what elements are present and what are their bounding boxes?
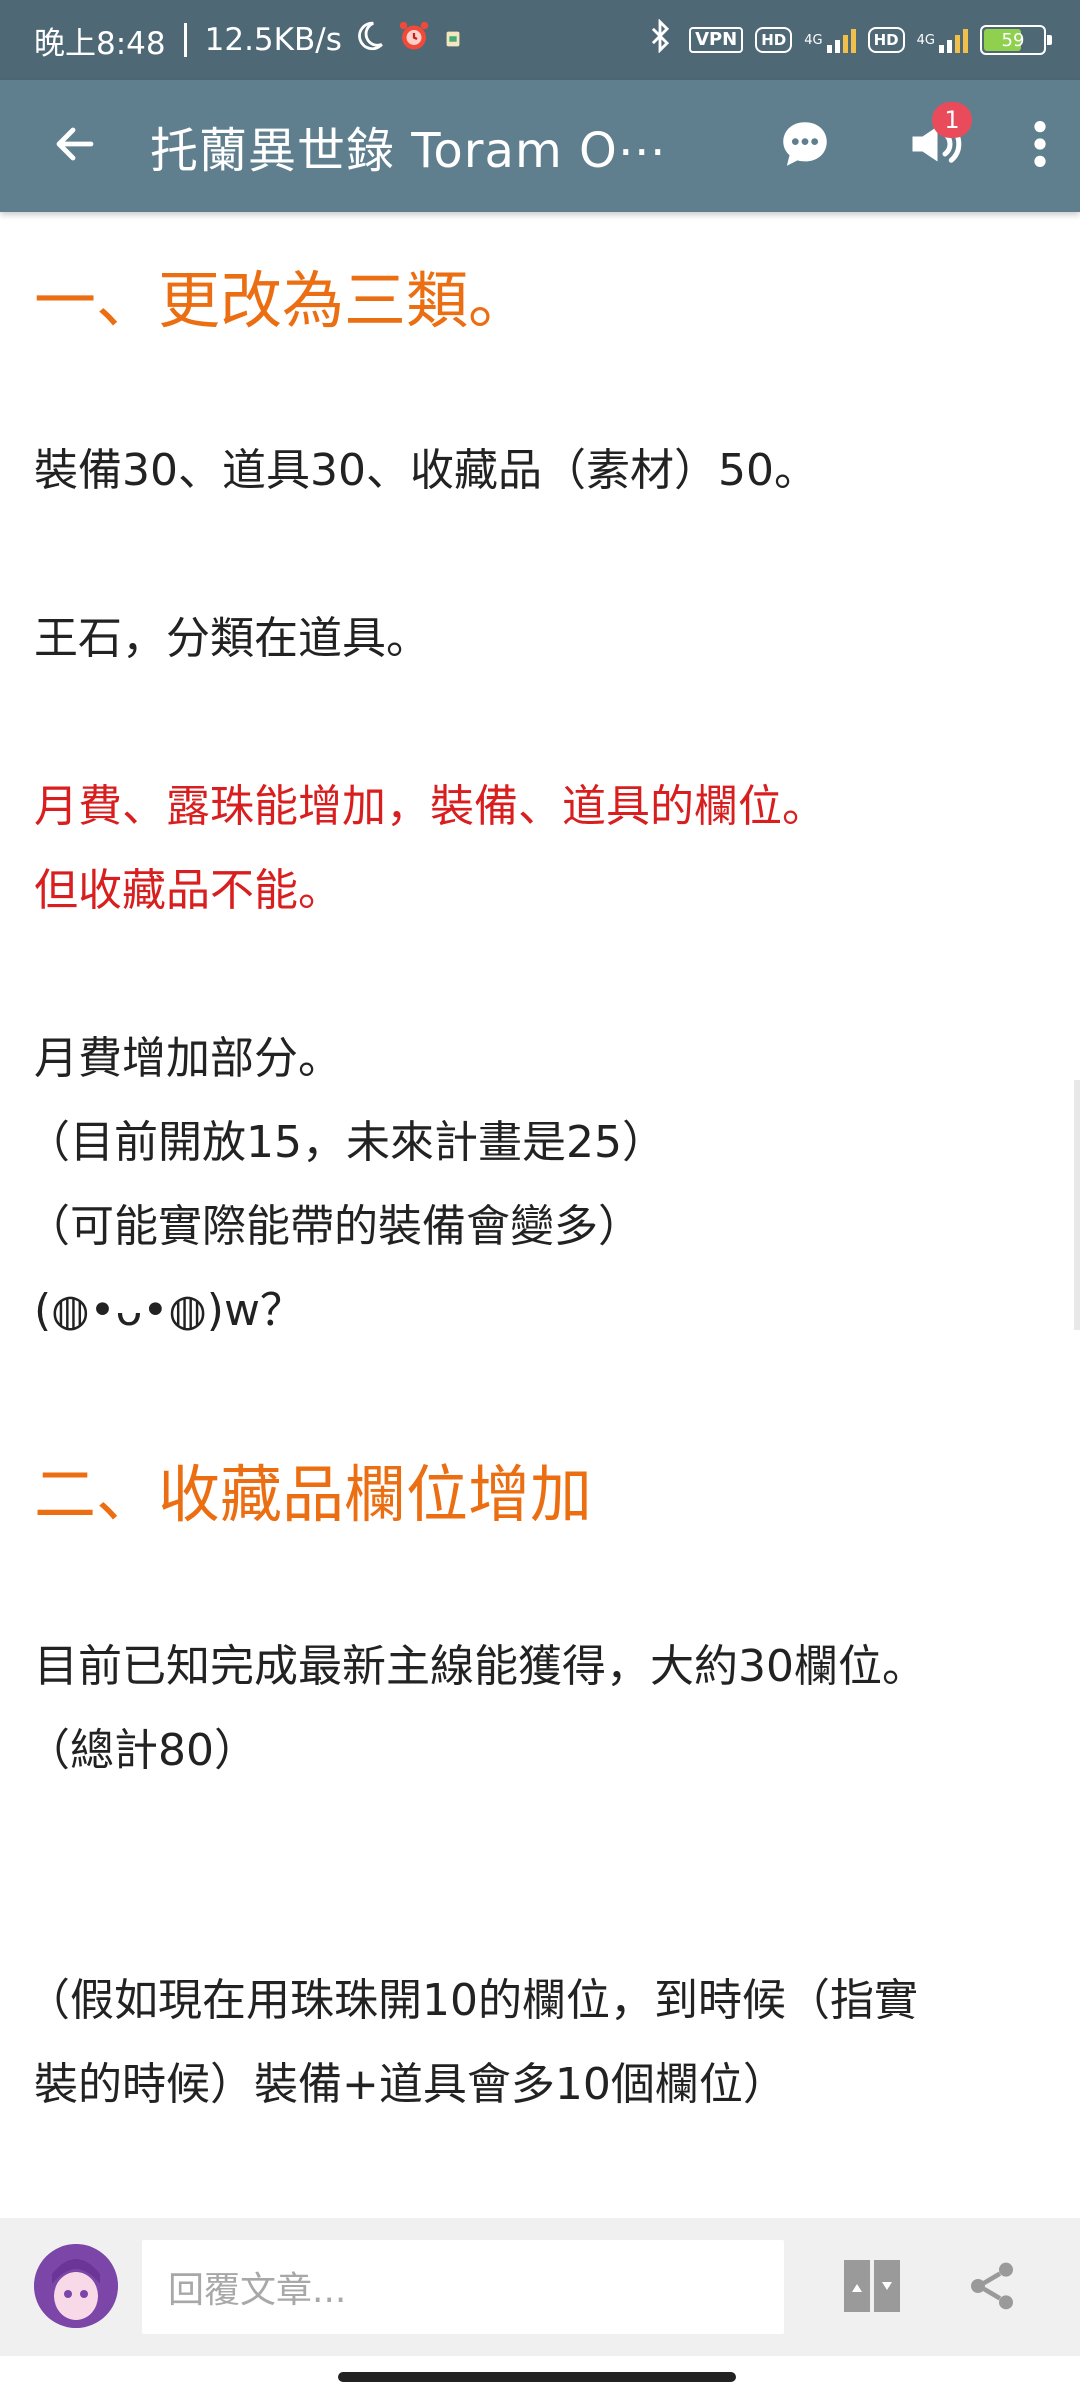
article-paragraph: 裝備30、道具30、收藏品（素材）50。 — [34, 445, 818, 496]
share-button[interactable] — [952, 2248, 1032, 2328]
bluetooth-icon — [643, 18, 677, 61]
bottom-bar: 回覆文章... — [0, 2218, 1080, 2356]
vpn-badge: VPN — [689, 27, 744, 53]
network-speed: 12.5KB/s — [204, 22, 342, 58]
notification-icon — [442, 22, 464, 58]
status-time: 晚上8:48 — [34, 25, 166, 62]
status-bar: 晚上8:48 12.5KB/s VPN HD 4G HD 4G 59 — [0, 0, 1080, 80]
article-paragraph: （假如現在用珠珠開10的欄位，到時候（指實 — [26, 1975, 918, 2026]
back-arrow-icon — [51, 120, 99, 172]
app-bar: 托蘭異世錄 Toram O⋯ 1 — [0, 80, 1080, 212]
back-button[interactable] — [0, 80, 150, 212]
navigation-handle[interactable] — [338, 2372, 736, 2382]
avatar[interactable] — [34, 2244, 118, 2328]
chat-button[interactable] — [740, 80, 870, 212]
hd-badge-2: HD — [867, 27, 905, 53]
section-heading-2: 二、收藏品欄位增加 — [34, 1458, 593, 1531]
article-paragraph-red: 月費、露珠能增加，裝備、道具的欄位。 — [34, 781, 826, 832]
article-paragraph: 王石，分類在道具。 — [34, 613, 430, 664]
battery-icon: 59 — [980, 25, 1052, 55]
share-icon — [964, 2258, 1020, 2318]
article-paragraph: （目前開放15，未來計畫是25） — [26, 1117, 666, 1168]
hd-badge: HD — [755, 27, 793, 53]
battery-level: 59 — [1001, 29, 1025, 51]
page-nav-button[interactable] — [832, 2248, 912, 2328]
article-paragraph: 裝的時候）裝備+道具會多10個欄位） — [34, 2059, 787, 2110]
section-heading-1: 一、更改為三類。 — [34, 264, 531, 337]
moon-icon — [352, 19, 386, 61]
alarm-icon — [396, 18, 432, 62]
broadcast-button[interactable]: 1 — [870, 80, 1000, 212]
article-paragraph: 月費增加部分。 — [34, 1033, 342, 1084]
more-options-button[interactable] — [1000, 80, 1080, 212]
network-type-2: 4G — [916, 33, 935, 48]
scrollbar[interactable] — [1074, 1080, 1080, 1330]
notification-count-badge: 1 — [932, 102, 972, 138]
article-paragraph: （總計80） — [26, 1725, 258, 1776]
chat-icon — [776, 115, 834, 177]
signal-icon — [826, 27, 856, 53]
article-paragraph: (◍•ᴗ•◍)w？ — [34, 1285, 304, 1336]
article-paragraph-red: 但收藏品不能。 — [34, 865, 342, 916]
more-vert-icon — [1033, 118, 1047, 174]
network-type: 4G — [804, 33, 823, 48]
article-paragraph: （可能實際能帶的裝備會變多） — [26, 1201, 642, 1252]
signal-icon-2 — [939, 27, 968, 53]
page-title: 托蘭異世錄 Toram O⋯ — [150, 123, 667, 179]
page-nav-icon — [842, 2258, 902, 2318]
reply-input[interactable]: 回覆文章... — [142, 2240, 784, 2334]
article-paragraph: 目前已知完成最新主線能獲得，大約30欄位。 — [34, 1641, 926, 1692]
status-separator — [183, 23, 187, 57]
